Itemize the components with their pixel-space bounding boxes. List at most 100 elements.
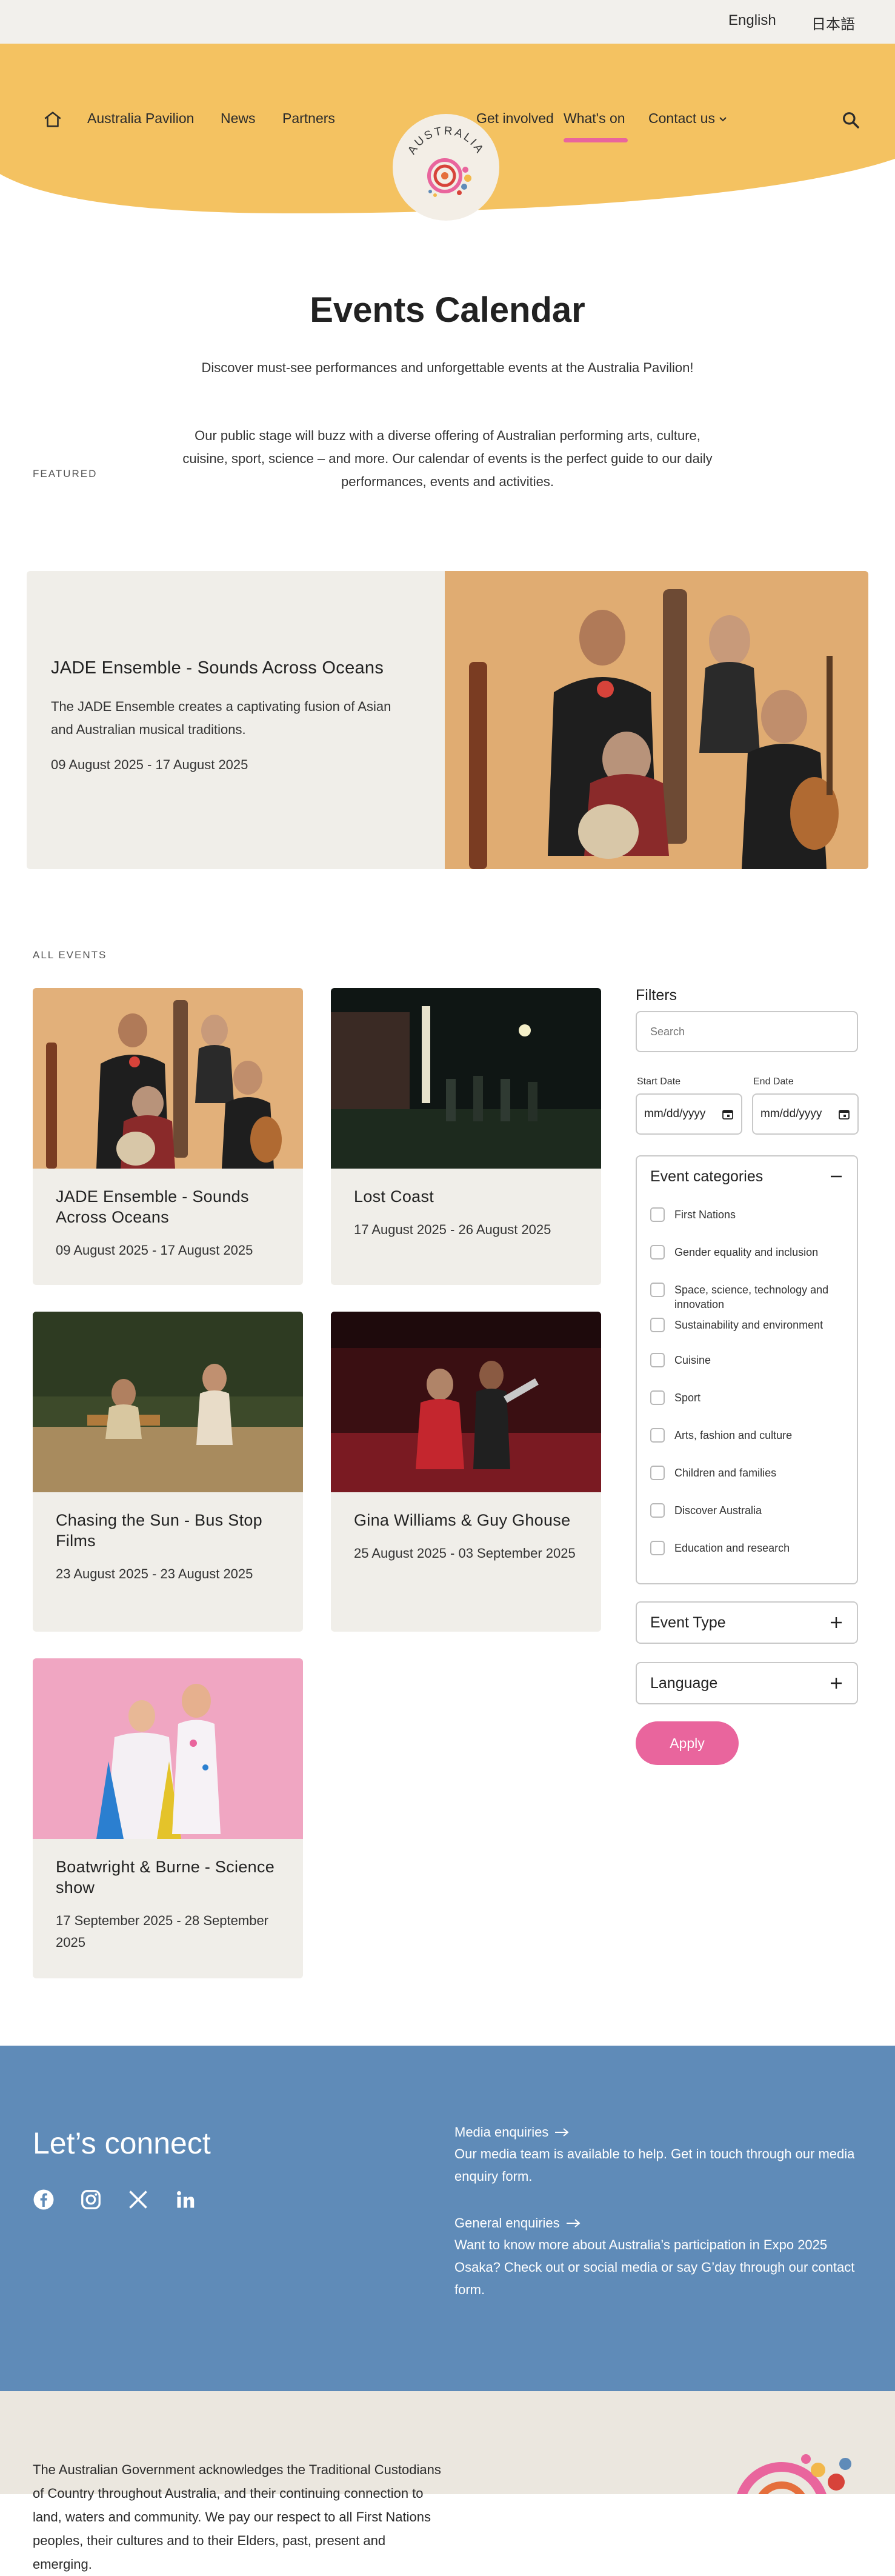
event-card-date: 25 August 2025 - 03 September 2025 [354, 1546, 576, 1561]
event-card[interactable]: Gina Williams & Guy Ghouse 25 August 202… [331, 1312, 601, 1632]
event-card-title[interactable]: Lost Coast [354, 1186, 578, 1207]
general-enquiries-text: Want to know more about Australia’s part… [454, 2237, 855, 2297]
calendar-icon[interactable] [722, 1108, 734, 1120]
australia-pavilion-logo[interactable]: AUSTRALIA [393, 114, 499, 221]
calendar-icon[interactable] [838, 1108, 850, 1120]
nav-australia-pavilion[interactable]: Australia Pavilion [87, 110, 194, 127]
language-english-link[interactable]: English [728, 12, 776, 29]
checkbox[interactable] [650, 1466, 665, 1480]
media-enquiries-text: Our media team is available to help. Get… [454, 2146, 855, 2184]
media-enquiries-link[interactable]: Media enquiries [454, 2124, 569, 2140]
start-date-field[interactable]: mm/dd/yyyy [636, 1093, 742, 1135]
apply-button[interactable]: Apply [636, 1721, 739, 1765]
end-date-label: End Date [753, 1076, 794, 1087]
nav-whats-on[interactable]: What's on [564, 110, 628, 142]
language-panel[interactable]: Language [636, 1662, 858, 1704]
event-card[interactable]: Boatwright & Burne - Science show 17 Sep… [33, 1658, 303, 1978]
general-enquiries-link[interactable]: General enquiries [454, 2215, 581, 2231]
language-japanese-link[interactable]: 日本語 [811, 12, 855, 33]
logo-text: AUSTRALIA [405, 125, 485, 157]
svg-text:AUSTRALIA: AUSTRALIA [405, 125, 487, 157]
language-header[interactable]: Language [637, 1663, 857, 1703]
category-first-nations[interactable]: First Nations [637, 1207, 857, 1222]
category-cuisine[interactable]: Cuisine [637, 1353, 857, 1367]
x-twitter-icon[interactable] [127, 2189, 149, 2211]
checkbox[interactable] [650, 1390, 665, 1405]
event-card-date: 23 August 2025 - 23 August 2025 [56, 1566, 253, 1581]
featured-event-title[interactable]: JADE Ensemble - Sounds Across Oceans [51, 658, 408, 678]
event-card-title[interactable]: Boatwright & Burne - Science show [56, 1857, 280, 1898]
checkbox[interactable] [650, 1428, 665, 1443]
checkbox[interactable] [650, 1245, 665, 1260]
category-label: First Nations [674, 1209, 736, 1221]
arrow-right-icon [566, 2219, 581, 2227]
footer-logo-graphic [737, 2454, 851, 2494]
general-enquiries-title: General enquiries [454, 2215, 560, 2231]
checkbox[interactable] [650, 1207, 665, 1222]
category-space-science[interactable]: Space, science, technology and innovatio… [637, 1283, 857, 1312]
nav-contact-us[interactable]: Contact us [648, 110, 715, 127]
category-discover-australia[interactable]: Discover Australia [637, 1503, 857, 1518]
media-enquiries-block: Media enquiries Our media team is availa… [454, 2124, 867, 2187]
language-bar: English 日本語 [0, 0, 895, 44]
plus-icon[interactable] [829, 1615, 843, 1630]
featured-event-description: The JADE Ensemble creates a captivating … [51, 699, 391, 737]
category-label: Discover Australia [674, 1504, 762, 1517]
checkbox[interactable] [650, 1318, 665, 1332]
search-icon[interactable] [841, 110, 860, 130]
event-card-image [331, 988, 601, 1169]
event-categories-title: Event categories [650, 1167, 764, 1185]
category-label: Sustainability and environment [674, 1319, 823, 1331]
plus-icon[interactable] [829, 1676, 843, 1690]
event-card[interactable]: JADE Ensemble - Sounds Across Oceans 09 … [33, 988, 303, 1285]
end-date-field[interactable]: mm/dd/yyyy [752, 1093, 859, 1135]
connect-section: Let’s connect Media enquiries Our media … [0, 2046, 895, 2391]
checkbox[interactable] [650, 1503, 665, 1518]
media-enquiries-title: Media enquiries [454, 2124, 549, 2140]
start-date-value: mm/dd/yyyy [644, 1107, 706, 1120]
category-sustainability[interactable]: Sustainability and environment [637, 1318, 857, 1332]
category-sport[interactable]: Sport [637, 1390, 857, 1405]
arrow-right-icon [555, 2128, 569, 2137]
category-children[interactable]: Children and families [637, 1466, 857, 1480]
nav-partners[interactable]: Partners [282, 110, 335, 127]
event-card-image [33, 1312, 303, 1492]
category-label: Space, science, technology and innovatio… [674, 1284, 829, 1310]
event-categories-panel: Event categories First Nations Gender eq… [636, 1155, 858, 1584]
instagram-icon[interactable] [80, 2189, 102, 2211]
category-label: Education and research [674, 1542, 790, 1554]
event-type-header[interactable]: Event Type [637, 1603, 857, 1643]
checkbox[interactable] [650, 1353, 665, 1367]
featured-event-date: 09 August 2025 - 17 August 2025 [51, 757, 248, 772]
checkbox[interactable] [650, 1283, 665, 1297]
event-categories-header[interactable]: Event categories [637, 1156, 857, 1196]
featured-label: FEATURED [33, 468, 98, 479]
home-icon[interactable] [42, 109, 63, 130]
event-card-title[interactable]: Gina Williams & Guy Ghouse [354, 1510, 578, 1530]
nav-get-involved[interactable]: Get involved [476, 110, 554, 127]
filter-search-input[interactable] [636, 1011, 858, 1052]
category-arts[interactable]: Arts, fashion and culture [637, 1428, 857, 1443]
category-label: Arts, fashion and culture [674, 1429, 793, 1441]
category-education[interactable]: Education and research [637, 1541, 857, 1555]
event-card-title[interactable]: Chasing the Sun - Bus Stop Films [56, 1510, 280, 1551]
event-type-panel[interactable]: Event Type [636, 1601, 858, 1644]
chevron-down-icon[interactable] [719, 115, 727, 124]
logo-graphic: AUSTRALIA [405, 125, 487, 197]
event-card[interactable]: Lost Coast 17 August 2025 - 26 August 20… [331, 988, 601, 1285]
checkbox[interactable] [650, 1541, 665, 1555]
event-card[interactable]: Chasing the Sun - Bus Stop Films 23 Augu… [33, 1312, 303, 1632]
nav-news[interactable]: News [221, 110, 256, 127]
filters-title: Filters [636, 987, 677, 1004]
facebook-icon[interactable] [33, 2189, 55, 2211]
event-card-title[interactable]: JADE Ensemble - Sounds Across Oceans [56, 1186, 280, 1227]
site-header: Australia Pavilion News Partners AUSTRAL… [0, 44, 895, 221]
event-card-date: 17 August 2025 - 26 August 2025 [354, 1222, 551, 1237]
category-gender-equality[interactable]: Gender equality and inclusion [637, 1245, 857, 1260]
featured-event-text: JADE Ensemble - Sounds Across Oceans The… [51, 658, 408, 773]
featured-event-card[interactable]: JADE Ensemble - Sounds Across Oceans The… [27, 571, 868, 869]
all-events-label: ALL EVENTS [33, 949, 107, 961]
linkedin-icon[interactable] [175, 2189, 196, 2211]
minus-icon[interactable] [829, 1169, 843, 1184]
event-type-title: Event Type [650, 1613, 726, 1631]
